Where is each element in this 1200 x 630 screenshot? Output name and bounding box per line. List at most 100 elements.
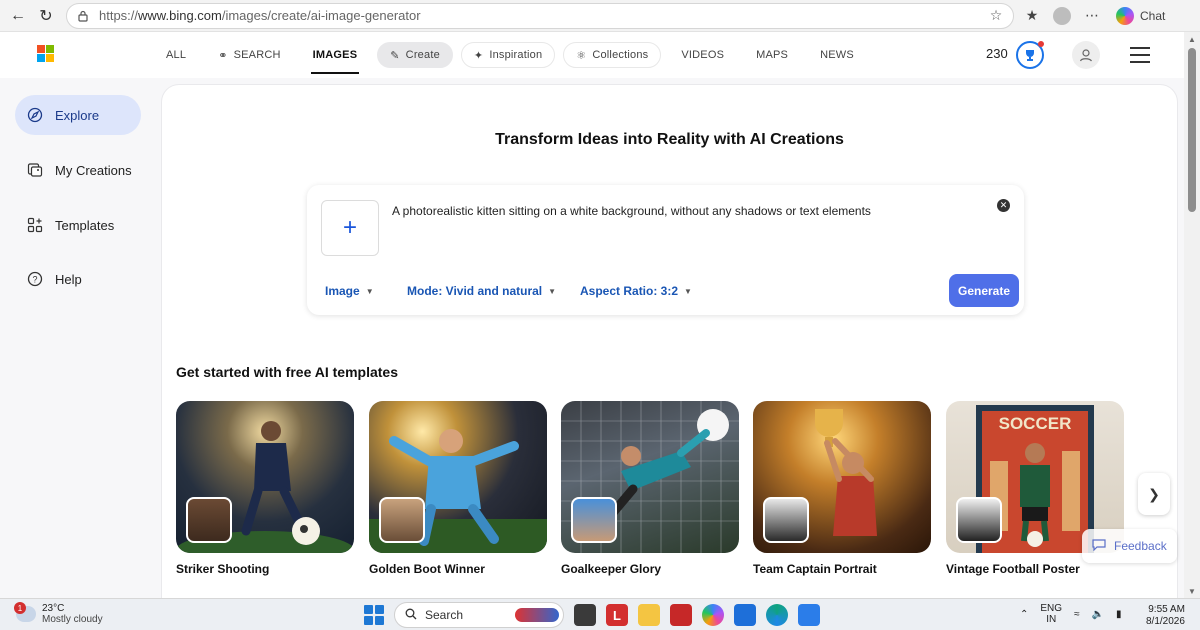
file-explorer-icon[interactable] [638, 604, 660, 626]
template-image [753, 401, 931, 553]
refresh-button[interactable]: ↻ [32, 2, 60, 30]
svg-text:?: ? [32, 275, 37, 285]
question-icon: ? [26, 271, 43, 288]
chevron-up-icon[interactable]: ⌃ [1020, 609, 1028, 620]
scroll-up-arrow[interactable]: ▲ [1184, 32, 1200, 46]
template-face-thumbnail [763, 497, 809, 543]
taskbar-search[interactable]: Search [394, 602, 564, 628]
add-image-button[interactable]: + [321, 200, 379, 256]
favorite-star-icon[interactable]: ☆ [985, 7, 1007, 24]
bing-header: ALL ⚭ SEARCH IMAGES ✎ Create ✦ Inspirati… [0, 32, 1184, 78]
store-icon[interactable] [734, 604, 756, 626]
carousel-next-button[interactable]: ❯ [1138, 473, 1170, 515]
tab-maps[interactable]: MAPS [740, 32, 804, 78]
paint-brush-icon: ✎ [390, 49, 400, 62]
tab-create[interactable]: ✎ Create [377, 42, 453, 68]
tab-news[interactable]: NEWS [804, 32, 870, 78]
prompt-input[interactable]: A photorealistic kitten sitting on a whi… [392, 204, 871, 218]
browser-toolbar: ← ↻ https://www.bing.com/images/create/a… [0, 0, 1200, 32]
template-image [176, 401, 354, 553]
photos-icon[interactable] [798, 604, 820, 626]
grid-plus-icon [26, 217, 43, 234]
template-face-thumbnail [571, 497, 617, 543]
favorites-icon[interactable]: ★ [1022, 6, 1042, 26]
clear-prompt-button[interactable]: ✕ [997, 199, 1010, 212]
main-panel: Transform Ideas into Reality with AI Cre… [161, 84, 1178, 598]
wifi-icon[interactable]: ≈ [1074, 609, 1080, 620]
template-face-thumbnail [956, 497, 1002, 543]
type-dropdown[interactable]: Image ▼ [325, 284, 374, 298]
scroll-down-arrow[interactable]: ▼ [1184, 584, 1200, 598]
caret-down-icon: ▼ [684, 286, 692, 296]
compass-icon [26, 107, 43, 124]
tab-videos[interactable]: VIDEOS [665, 32, 740, 78]
tab-images[interactable]: IMAGES [297, 32, 374, 78]
microsoft-logo[interactable] [37, 45, 54, 62]
lock-icon [75, 8, 91, 24]
system-tray: ⌃ ENG IN ≈ 🔈 ▮ [1020, 603, 1122, 625]
windows-start-icon[interactable] [364, 605, 384, 625]
search-highlight-icon [515, 608, 559, 622]
template-card[interactable]: Team Captain Portrait [753, 401, 931, 576]
user-account-icon[interactable] [1072, 41, 1100, 69]
url-text: https://www.bing.com/images/create/ai-im… [99, 8, 421, 23]
chevron-right-icon: ❯ [1148, 485, 1160, 502]
plus-icon: + [342, 214, 357, 241]
close-icon: ✕ [999, 200, 1008, 210]
nav-tabs: ALL ⚭ SEARCH IMAGES ✎ Create ✦ Inspirati… [150, 32, 870, 78]
prompt-card: + A photorealistic kitten sitting on a w… [307, 185, 1024, 315]
scroll-thumb[interactable] [1188, 48, 1196, 212]
sidebar-item-help[interactable]: ? Help [15, 259, 141, 299]
sidebar-item-my-creations[interactable]: My Creations [15, 150, 141, 190]
feedback-button[interactable]: Feedback [1082, 529, 1177, 563]
notification-dot [1038, 41, 1044, 47]
app-l-icon[interactable]: L [606, 604, 628, 626]
page-scrollbar[interactable]: ▲ ▼ [1184, 32, 1200, 598]
template-card[interactable]: Striker Shooting [176, 401, 354, 576]
sidebar: Explore My Creations Templates ? Help [0, 78, 160, 598]
sidebar-item-explore[interactable]: Explore [15, 95, 141, 135]
template-face-thumbnail [186, 497, 232, 543]
copilot-search-icon: ⚭ [218, 49, 228, 62]
sparkle-icon: ✦ [473, 49, 484, 62]
hamburger-menu-icon[interactable] [1130, 47, 1150, 63]
tab-search[interactable]: ⚭ SEARCH [202, 32, 296, 78]
template-image [369, 401, 547, 553]
more-options-icon[interactable]: ⋯ [1082, 6, 1102, 26]
address-bar[interactable]: https://www.bing.com/images/create/ai-im… [66, 2, 1014, 29]
language-indicator[interactable]: ENG IN [1040, 603, 1062, 625]
task-view-icon[interactable] [574, 604, 596, 626]
tab-collections[interactable]: ⚛ Collections [563, 42, 662, 68]
copilot-chat-button[interactable]: Chat [1116, 6, 1165, 25]
refresh-icon: ↻ [39, 7, 53, 25]
copilot-icon [1116, 6, 1134, 25]
template-card[interactable]: Golden Boot Winner [369, 401, 547, 576]
page-title: Transform Ideas into Reality with AI Cre… [495, 131, 844, 148]
tab-inspiration[interactable]: ✦ Inspiration [460, 42, 556, 68]
weather-widget[interactable]: 1 23°C Mostly cloudy [14, 602, 103, 625]
copilot-app-icon[interactable] [702, 604, 724, 626]
back-button[interactable]: ← [4, 2, 32, 30]
profile-avatar[interactable] [1052, 6, 1072, 26]
template-card[interactable]: Goalkeeper Glory [561, 401, 739, 576]
collections-icon: ⚛ [576, 49, 587, 62]
search-icon [405, 608, 417, 623]
clock[interactable]: 9:55 AM 8/1/2026 [1146, 604, 1185, 628]
rewards-trophy-icon[interactable] [1016, 41, 1044, 69]
rewards-points[interactable]: 230 [986, 46, 1008, 61]
battery-icon[interactable]: ▮ [1116, 609, 1122, 620]
volume-icon[interactable]: 🔈 [1092, 609, 1104, 620]
windows-taskbar: 1 23°C Mostly cloudy Search L ⌃ ENG IN ≈… [0, 598, 1200, 630]
template-image [561, 401, 739, 553]
caret-down-icon: ▼ [548, 286, 557, 296]
sidebar-item-templates[interactable]: Templates [15, 205, 141, 245]
cloud-icon: 1 [14, 602, 36, 622]
mcafee-icon[interactable] [670, 604, 692, 626]
mode-dropdown[interactable]: Mode: Vivid and natural ▼ [407, 284, 556, 298]
edge-icon[interactable] [766, 604, 788, 626]
generate-button[interactable]: Generate [949, 274, 1019, 307]
tab-all[interactable]: ALL [150, 32, 202, 78]
templates-section-title: Get started with free AI templates [176, 364, 398, 380]
chat-bubble-icon [1092, 538, 1106, 554]
aspect-ratio-dropdown[interactable]: Aspect Ratio: 3:2 ▼ [580, 284, 692, 298]
